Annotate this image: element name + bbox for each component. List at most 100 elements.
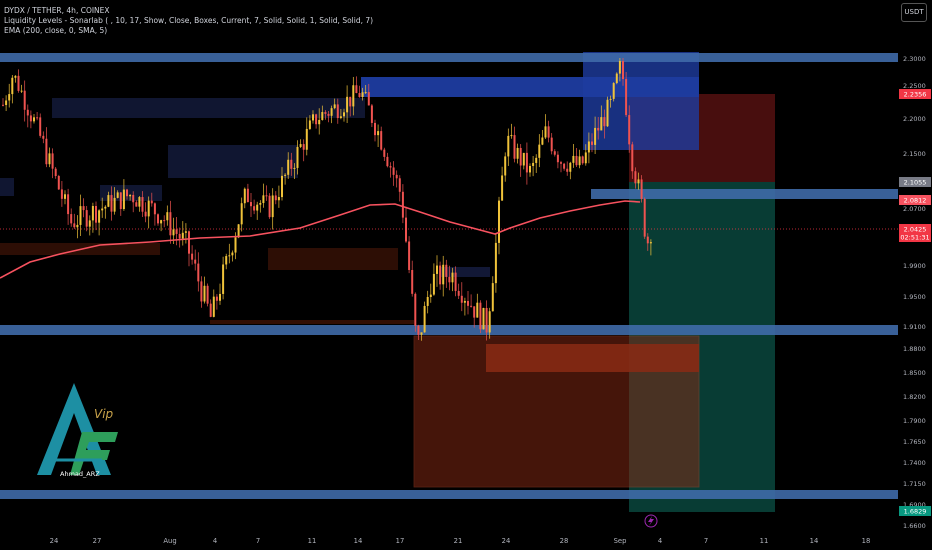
candle-body <box>160 220 163 224</box>
candle-body <box>246 188 249 203</box>
candle <box>408 236 411 274</box>
candle-body <box>318 119 321 125</box>
candle-body <box>426 296 429 306</box>
candle-body <box>556 154 559 163</box>
y-tick-label: 2.3000 <box>903 55 926 63</box>
candle-body <box>11 77 14 95</box>
price-tag: 02:51:31 <box>899 232 931 242</box>
candle-body <box>76 224 79 228</box>
demand-box <box>486 344 699 372</box>
candle-body <box>141 197 144 212</box>
candle-body <box>622 61 624 80</box>
x-tick-label: 4 <box>658 537 662 545</box>
candle-body <box>312 114 314 121</box>
candle-body <box>138 197 141 207</box>
x-tick-label: 24 <box>502 537 511 545</box>
candle-body <box>302 144 305 150</box>
candle-body <box>420 332 423 335</box>
logo-script-text: Vip <box>94 407 114 421</box>
candle-body <box>39 117 42 136</box>
x-tick-label: 11 <box>308 537 317 545</box>
candle-body <box>578 156 581 166</box>
candle-body <box>634 171 637 184</box>
candle-body <box>467 300 469 306</box>
candle-body <box>116 192 119 198</box>
candle-body <box>513 135 516 159</box>
candle-body <box>501 175 504 201</box>
candle-body <box>618 61 621 74</box>
candle-body <box>516 147 519 159</box>
candle-body <box>14 75 17 78</box>
x-tick-label: 4 <box>213 537 217 545</box>
candle-body <box>181 232 184 239</box>
candle-body <box>333 104 336 109</box>
candle <box>57 174 60 190</box>
candle-body <box>603 117 606 127</box>
candle-body <box>166 212 169 221</box>
candle-body <box>203 285 206 302</box>
candle-body <box>259 202 262 205</box>
candle-body <box>271 195 274 218</box>
candle-body <box>33 117 35 122</box>
logo-text: Ahmad_ARZ <box>60 470 100 478</box>
y-tick-label: 2.2000 <box>903 115 926 123</box>
candle-body <box>256 204 259 211</box>
candle-body <box>237 224 240 238</box>
candle-body <box>510 135 513 137</box>
candle-body <box>262 195 265 203</box>
candle-body <box>107 195 110 207</box>
candle-body <box>491 283 494 312</box>
candle <box>615 72 618 85</box>
candle-body <box>405 217 407 242</box>
candle-body <box>563 163 566 169</box>
candle-body <box>432 273 435 295</box>
candle-body <box>473 306 476 318</box>
liquidity-box <box>52 98 365 118</box>
candle-body <box>339 116 342 119</box>
candle-body <box>566 168 569 172</box>
candle-body <box>355 85 358 94</box>
candle-body <box>504 156 507 176</box>
candle-body <box>584 152 587 164</box>
candle-body <box>457 290 460 296</box>
candle-body <box>26 109 29 116</box>
liquidity-level-line <box>591 189 898 199</box>
candle-body <box>494 242 497 284</box>
candle-body <box>463 300 466 303</box>
currency-button[interactable]: USDT <box>901 3 927 22</box>
candle-body <box>277 197 280 201</box>
candle-body <box>45 138 48 165</box>
liquidity-box <box>168 145 298 178</box>
candle-body <box>135 202 138 207</box>
candle-body <box>550 137 553 152</box>
price-chart[interactable]: 2.3000 2.2500 2.2000 2.1500 2.0700 1.9900 1.95… <box>0 0 932 550</box>
candle-body <box>643 198 646 237</box>
x-tick-label: 17 <box>396 537 405 545</box>
candle-body <box>253 206 256 211</box>
candle-body <box>597 127 600 131</box>
candle-body <box>240 203 243 225</box>
candle-body <box>67 194 70 215</box>
price-tag-label: 2.0812 <box>904 197 927 205</box>
candle-body <box>17 75 20 91</box>
y-tick-label: 1.7150 <box>903 480 926 488</box>
candle-body <box>98 210 101 223</box>
price-tag: 2.2356 <box>899 89 931 99</box>
indicator-liquidity-levels: Liquidity Levels - Sonarlab ( , 10, 17, … <box>4 16 374 25</box>
candle-body <box>82 206 85 211</box>
candle-body <box>225 256 228 265</box>
x-tick-label: 11 <box>760 537 769 545</box>
candle-body <box>330 108 333 116</box>
candle-body <box>609 98 612 100</box>
candle-body <box>336 104 339 119</box>
candle-body <box>364 92 367 94</box>
candle-body <box>448 276 451 283</box>
y-tick-label: 1.6600 <box>903 522 926 530</box>
candle-body <box>101 208 104 211</box>
price-tag-label: 2.2356 <box>904 91 927 99</box>
candle-body <box>451 272 454 283</box>
candle-body <box>215 296 218 301</box>
candle-body <box>95 206 97 223</box>
candle-body <box>206 285 209 304</box>
candle-body <box>349 96 352 107</box>
